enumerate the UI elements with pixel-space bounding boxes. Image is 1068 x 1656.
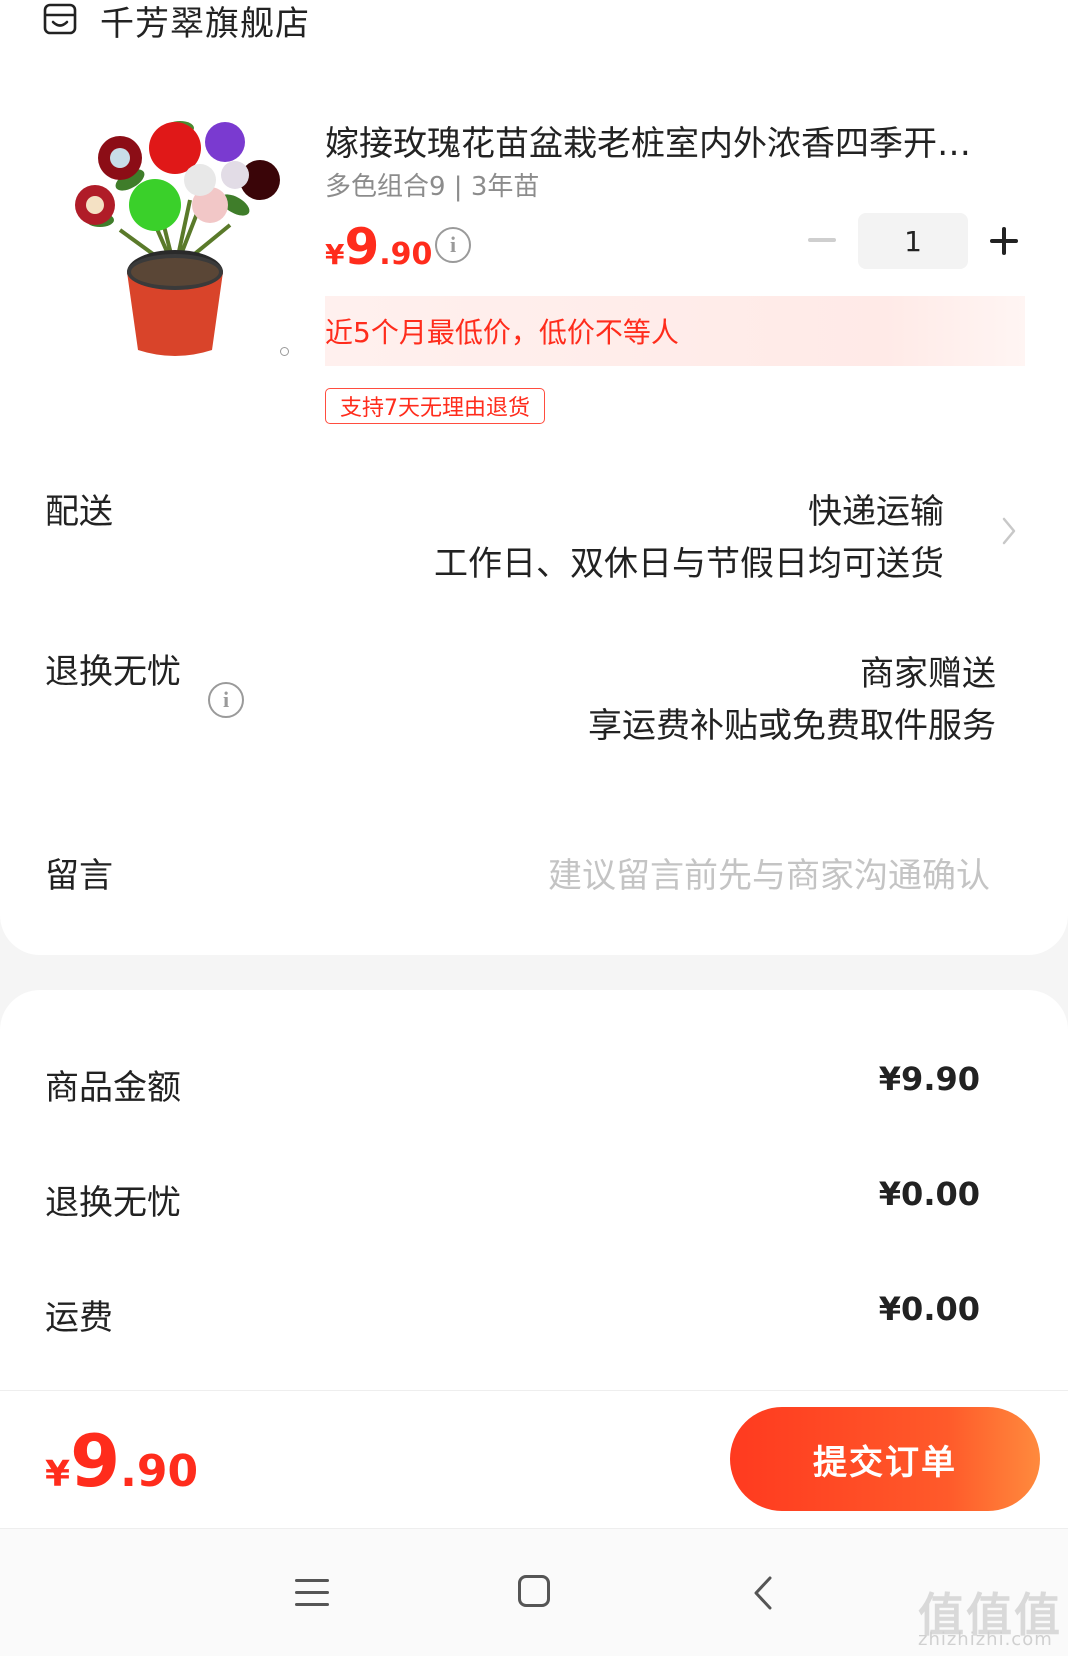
price-info-icon[interactable]: i [435, 227, 471, 263]
return-policy-tag: 支持7天无理由退货 [325, 388, 545, 424]
price-decimal: .90 [379, 237, 433, 272]
image-indicator-dot [280, 347, 289, 356]
product-image[interactable] [60, 110, 290, 360]
summary-goods-label: 商品金额 [45, 1068, 181, 1108]
home-icon[interactable] [518, 1575, 550, 1607]
delivery-label: 配送 [45, 492, 113, 532]
return-service-value: 商家赠送 [860, 654, 996, 694]
checkout-bar: ¥ 9 .90 提交订单 [0, 1390, 1068, 1528]
quantity-decrease-button[interactable] [806, 224, 838, 256]
price-currency: ¥ [325, 238, 345, 271]
return-info-icon[interactable]: i [208, 682, 244, 718]
system-nav-bar: 值值值 zhizhizhi.com [0, 1528, 1068, 1656]
quantity-input[interactable]: 1 [858, 213, 968, 269]
order-confirm-page: 千芳翠旗舰店 嫁接玫瑰花苗盆栽老桩室内外浓香四季开… 多色组合9 | 3年苗 ¥… [0, 0, 1068, 1656]
price-integer: 9 [344, 218, 380, 276]
return-service-note: 享运费补贴或免费取件服务 [588, 706, 996, 746]
order-card: 千芳翠旗舰店 嫁接玫瑰花苗盆栽老桩室内外浓香四季开… 多色组合9 | 3年苗 ¥… [0, 0, 1068, 955]
summary-shipping-label: 运费 [45, 1298, 113, 1338]
shop-name: 千芳翠旗舰店 [100, 3, 310, 44]
total-currency: ¥ [45, 1454, 71, 1495]
summary-return-label: 退换无忧 [45, 1183, 181, 1223]
delivery-note: 工作日、双休日与节假日均可送货 [434, 544, 944, 584]
total-price: ¥ 9 .90 [45, 1419, 198, 1503]
watermark-url: zhizhizhi.com [918, 1629, 1053, 1650]
submit-order-button[interactable]: 提交订单 [730, 1407, 1040, 1511]
delivery-method[interactable]: 快递运输 [808, 484, 944, 533]
price-summary-card: 商品金额 ¥9.90 退换无忧 ¥0.00 运费 ¥0.00 [0, 990, 1068, 1390]
shop-header[interactable]: 千芳翠旗舰店 [42, 0, 310, 44]
message-input[interactable]: 建议留言前先与商家沟通确认 [548, 848, 990, 897]
summary-shipping-value: ¥0.00 [878, 1290, 980, 1328]
chevron-right-icon[interactable] [1000, 516, 1018, 546]
message-label: 留言 [45, 856, 113, 896]
product-title[interactable]: 嫁接玫瑰花苗盆栽老桩室内外浓香四季开… [325, 116, 1015, 165]
product-price: ¥ 9 .90 [325, 218, 432, 276]
total-integer: 9 [70, 1419, 121, 1503]
total-decimal: .90 [120, 1446, 199, 1497]
back-icon[interactable] [750, 1575, 776, 1611]
low-price-banner: 近5个月最低价，低价不等人 [325, 296, 1025, 366]
minus-icon [808, 238, 836, 242]
store-icon [43, 3, 77, 35]
return-service-label: 退换无忧 [45, 652, 181, 692]
quantity-increase-button[interactable] [988, 225, 1020, 257]
product-spec[interactable]: 多色组合9 | 3年苗 [325, 166, 539, 203]
summary-return-value: ¥0.00 [878, 1175, 980, 1213]
menu-icon[interactable] [295, 1579, 329, 1607]
summary-goods-value: ¥9.90 [878, 1060, 980, 1098]
